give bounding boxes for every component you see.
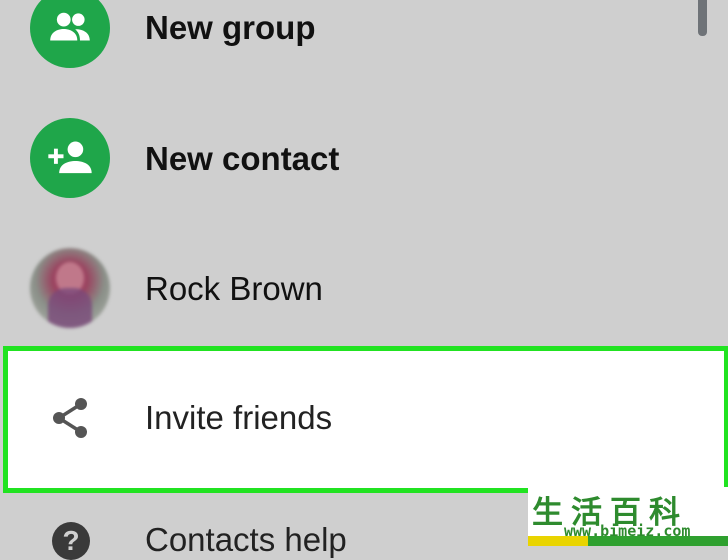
new-contact-avatar [30,118,110,198]
new-group-item[interactable]: New group [0,0,728,93]
contacts-help-item[interactable]: Contacts help [145,520,347,560]
new-contact-label: New contact [145,140,340,177]
contacts-screen: New group New contact Rock Brown Invite … [0,0,728,560]
watermark: 生活百科 www.bimeiz.com [528,487,728,546]
add-person-icon [48,141,92,174]
contact-row[interactable]: Rock Brown [0,224,728,354]
scrollbar[interactable] [698,0,707,36]
new-group-avatar [30,0,110,68]
invite-friends-item[interactable] [3,346,728,493]
contact-avatar [30,248,110,328]
contact-name: Rock Brown [145,270,323,307]
watermark-stripe [528,536,728,546]
share-icon [53,398,87,438]
new-group-label: New group [145,9,316,46]
invite-friends-label: Invite friends [145,399,333,436]
group-icon [50,12,90,41]
help-icon: ? [52,522,90,560]
new-contact-item[interactable]: New contact [0,94,728,224]
